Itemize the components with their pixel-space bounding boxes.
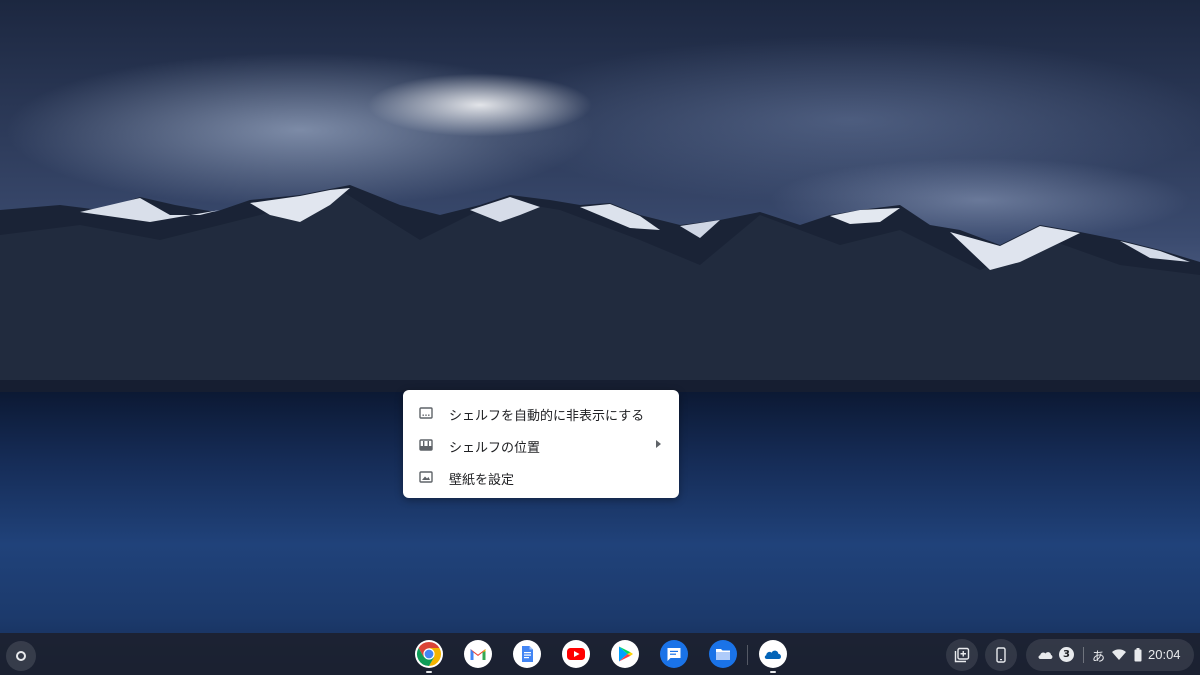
onedrive-app-button[interactable] <box>758 639 788 669</box>
chrome-icon <box>415 640 443 668</box>
submenu-arrow-icon <box>656 440 661 448</box>
shelf <box>0 633 1200 675</box>
status-area-button[interactable]: 3 あ 20:04 <box>1026 639 1194 671</box>
wifi-icon <box>1112 649 1126 660</box>
messages-icon <box>660 640 688 668</box>
launcher-icon <box>16 651 26 661</box>
onedrive-running-indicator <box>770 671 776 673</box>
launcher-button[interactable] <box>6 641 36 671</box>
desktop-wallpaper <box>0 0 1200 675</box>
shelf-context-menu: シェルフを自動的に非表示にする シェルフの位置 壁紙を設定 <box>403 390 679 498</box>
menu-item-label: シェルフの位置 <box>449 441 541 456</box>
menu-item-shelf-position[interactable]: シェルフの位置 <box>403 429 679 461</box>
ime-indicator: あ <box>1092 650 1106 665</box>
menu-item-autohide-shelf[interactable]: シェルフを自動的に非表示にする <box>403 397 679 429</box>
notification-count-badge: 3 <box>1059 647 1074 662</box>
clock: 20:04 <box>1148 647 1181 662</box>
menu-item-label: シェルフを自動的に非表示にする <box>449 409 645 424</box>
messages-app-button[interactable] <box>659 639 689 669</box>
shelf-position-icon <box>419 439 433 451</box>
docs-icon <box>513 640 541 668</box>
docs-app-button[interactable] <box>512 639 542 669</box>
cloud-notification-icon <box>1038 652 1053 659</box>
phone-hub-button[interactable] <box>985 639 1017 671</box>
phone-icon <box>996 647 1006 663</box>
files-app-button[interactable] <box>708 639 738 669</box>
wallpaper-mountains <box>0 185 1200 392</box>
youtube-app-button[interactable] <box>561 639 591 669</box>
holding-space-icon <box>954 647 970 663</box>
files-icon <box>709 640 737 668</box>
gmail-app-button[interactable] <box>463 639 493 669</box>
wallpaper-icon <box>419 471 433 483</box>
holding-space-button[interactable] <box>946 639 978 671</box>
autohide-icon <box>419 407 433 419</box>
youtube-icon <box>562 640 590 668</box>
onedrive-icon <box>759 640 787 668</box>
battery-icon <box>1134 648 1142 662</box>
chrome-app-button[interactable] <box>414 639 444 669</box>
menu-item-set-wallpaper[interactable]: 壁紙を設定 <box>403 461 679 493</box>
menu-item-label: 壁紙を設定 <box>449 473 515 488</box>
play-store-icon <box>611 640 639 668</box>
gmail-icon <box>464 640 492 668</box>
chrome-running-indicator <box>426 671 432 673</box>
shelf-divider <box>747 645 748 665</box>
play-store-app-button[interactable] <box>610 639 640 669</box>
status-separator <box>1083 647 1084 663</box>
